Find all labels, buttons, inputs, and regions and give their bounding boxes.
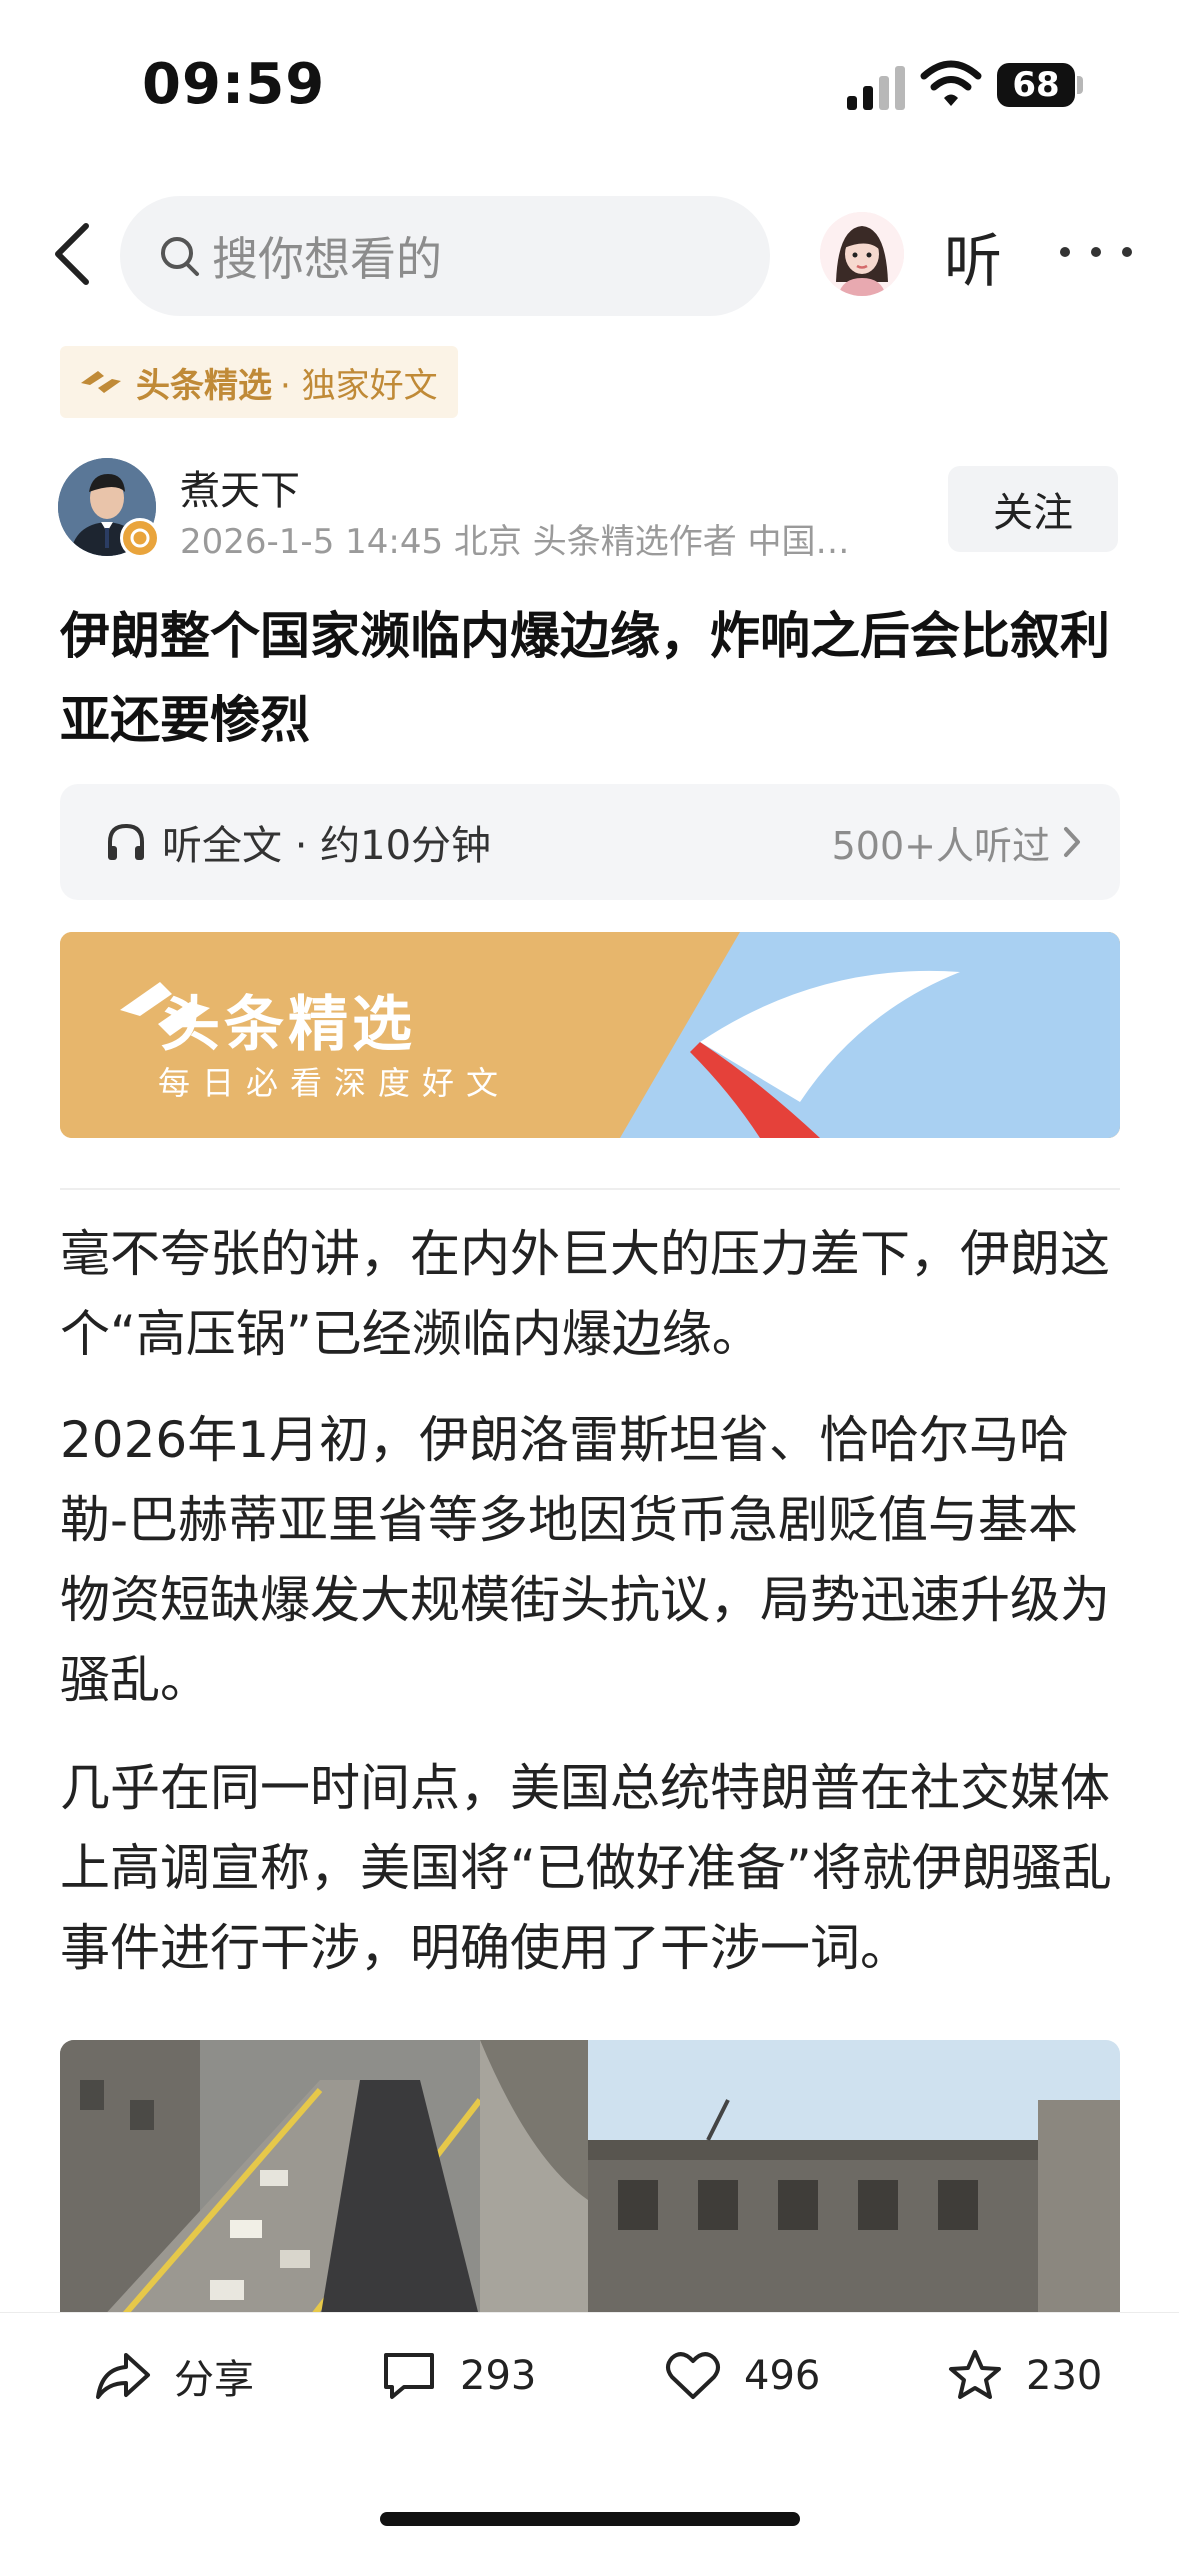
verified-badge-icon bbox=[120, 518, 160, 558]
battery-tip bbox=[1077, 76, 1083, 94]
article-photo-building[interactable] bbox=[588, 2040, 1120, 2320]
comment-icon bbox=[384, 2353, 434, 2399]
article-photo-street-crowd[interactable] bbox=[60, 2040, 588, 2320]
building-image bbox=[588, 2040, 1120, 2320]
share-icon bbox=[96, 2353, 150, 2399]
search-input[interactable]: 搜你想看的 bbox=[120, 196, 770, 316]
wifi-icon bbox=[920, 60, 982, 106]
banner-title: 头条精选 bbox=[160, 990, 416, 1060]
battery-indicator: 68 bbox=[997, 63, 1075, 107]
street-crowd-image bbox=[60, 2040, 588, 2320]
favorite-count: 230 bbox=[1026, 2353, 1103, 2399]
star-icon bbox=[949, 2350, 1001, 2399]
article-paragraph: 毫不夸张的讲，在内外巨大的压力差下，伊朗这个“高压锅”已经濒临内爆边缘。 bbox=[60, 1225, 1110, 1363]
chevron-right-icon bbox=[1064, 827, 1080, 857]
favorite-button[interactable]: 230 bbox=[946, 2342, 1102, 2410]
article-paragraph: 几乎在同一时间点，美国总统特朗普在社交媒体上高调宣称，美国将“已做好准备”将就伊… bbox=[60, 1759, 1112, 1977]
comment-button[interactable]: 293 bbox=[380, 2342, 536, 2410]
author-name[interactable]: 煮天下 bbox=[180, 458, 300, 516]
signal-icon bbox=[847, 66, 905, 110]
brand-tag[interactable]: 头条精选 · 独家好文 bbox=[60, 346, 458, 418]
heart-icon bbox=[666, 2352, 720, 2399]
follow-button[interactable]: 关注 bbox=[948, 466, 1118, 552]
listen-count: 500+人听过 bbox=[831, 823, 1050, 868]
article-title: 伊朗整个国家濒临内爆边缘，炸响之后会比叙利亚还要惨烈 bbox=[60, 607, 1110, 749]
brand-banner[interactable]: 头条精选 每日必看深度好文 bbox=[60, 932, 1120, 1138]
home-indicator[interactable] bbox=[380, 2512, 800, 2526]
search-icon bbox=[161, 237, 199, 276]
listen-avatar[interactable] bbox=[820, 212, 904, 296]
status-time: 09:59 bbox=[142, 52, 326, 117]
brand-tag-name: 头条精选 bbox=[136, 365, 272, 406]
brand-tag-subtitle: · 独家好文 bbox=[280, 365, 438, 406]
toutiao-logo-icon bbox=[81, 371, 121, 393]
like-count: 496 bbox=[744, 2353, 821, 2399]
article-paragraph: 2026年1月初，伊朗洛雷斯坦省、恰哈尔马哈勒-巴赫蒂亚里省等多地因货币急剧贬值… bbox=[60, 1411, 1110, 1709]
back-button[interactable] bbox=[44, 212, 100, 296]
headphones-icon bbox=[108, 823, 144, 860]
more-dots-icon[interactable] bbox=[1060, 222, 1132, 282]
share-button[interactable]: 分享 bbox=[94, 2342, 254, 2410]
comment-count: 293 bbox=[460, 2353, 537, 2399]
avatar-icon bbox=[820, 212, 904, 296]
share-label: 分享 bbox=[174, 2357, 254, 2403]
divider bbox=[60, 1188, 1120, 1190]
search-placeholder: 搜你想看的 bbox=[212, 232, 442, 286]
banner-subtitle: 每日必看深度好文 bbox=[158, 1064, 511, 1102]
listen-full-text-bar[interactable]: 听全文 · 约10分钟 500+人听过 bbox=[60, 784, 1120, 900]
like-button[interactable]: 496 bbox=[664, 2342, 820, 2410]
listen-button[interactable]: 听 bbox=[944, 214, 1002, 298]
back-arrow-icon bbox=[55, 223, 89, 285]
listen-label: 听全文 · 约10分钟 bbox=[162, 823, 492, 869]
post-meta: 2026-1-5 14:45 北京 头条精选作者 中国… bbox=[180, 522, 850, 562]
